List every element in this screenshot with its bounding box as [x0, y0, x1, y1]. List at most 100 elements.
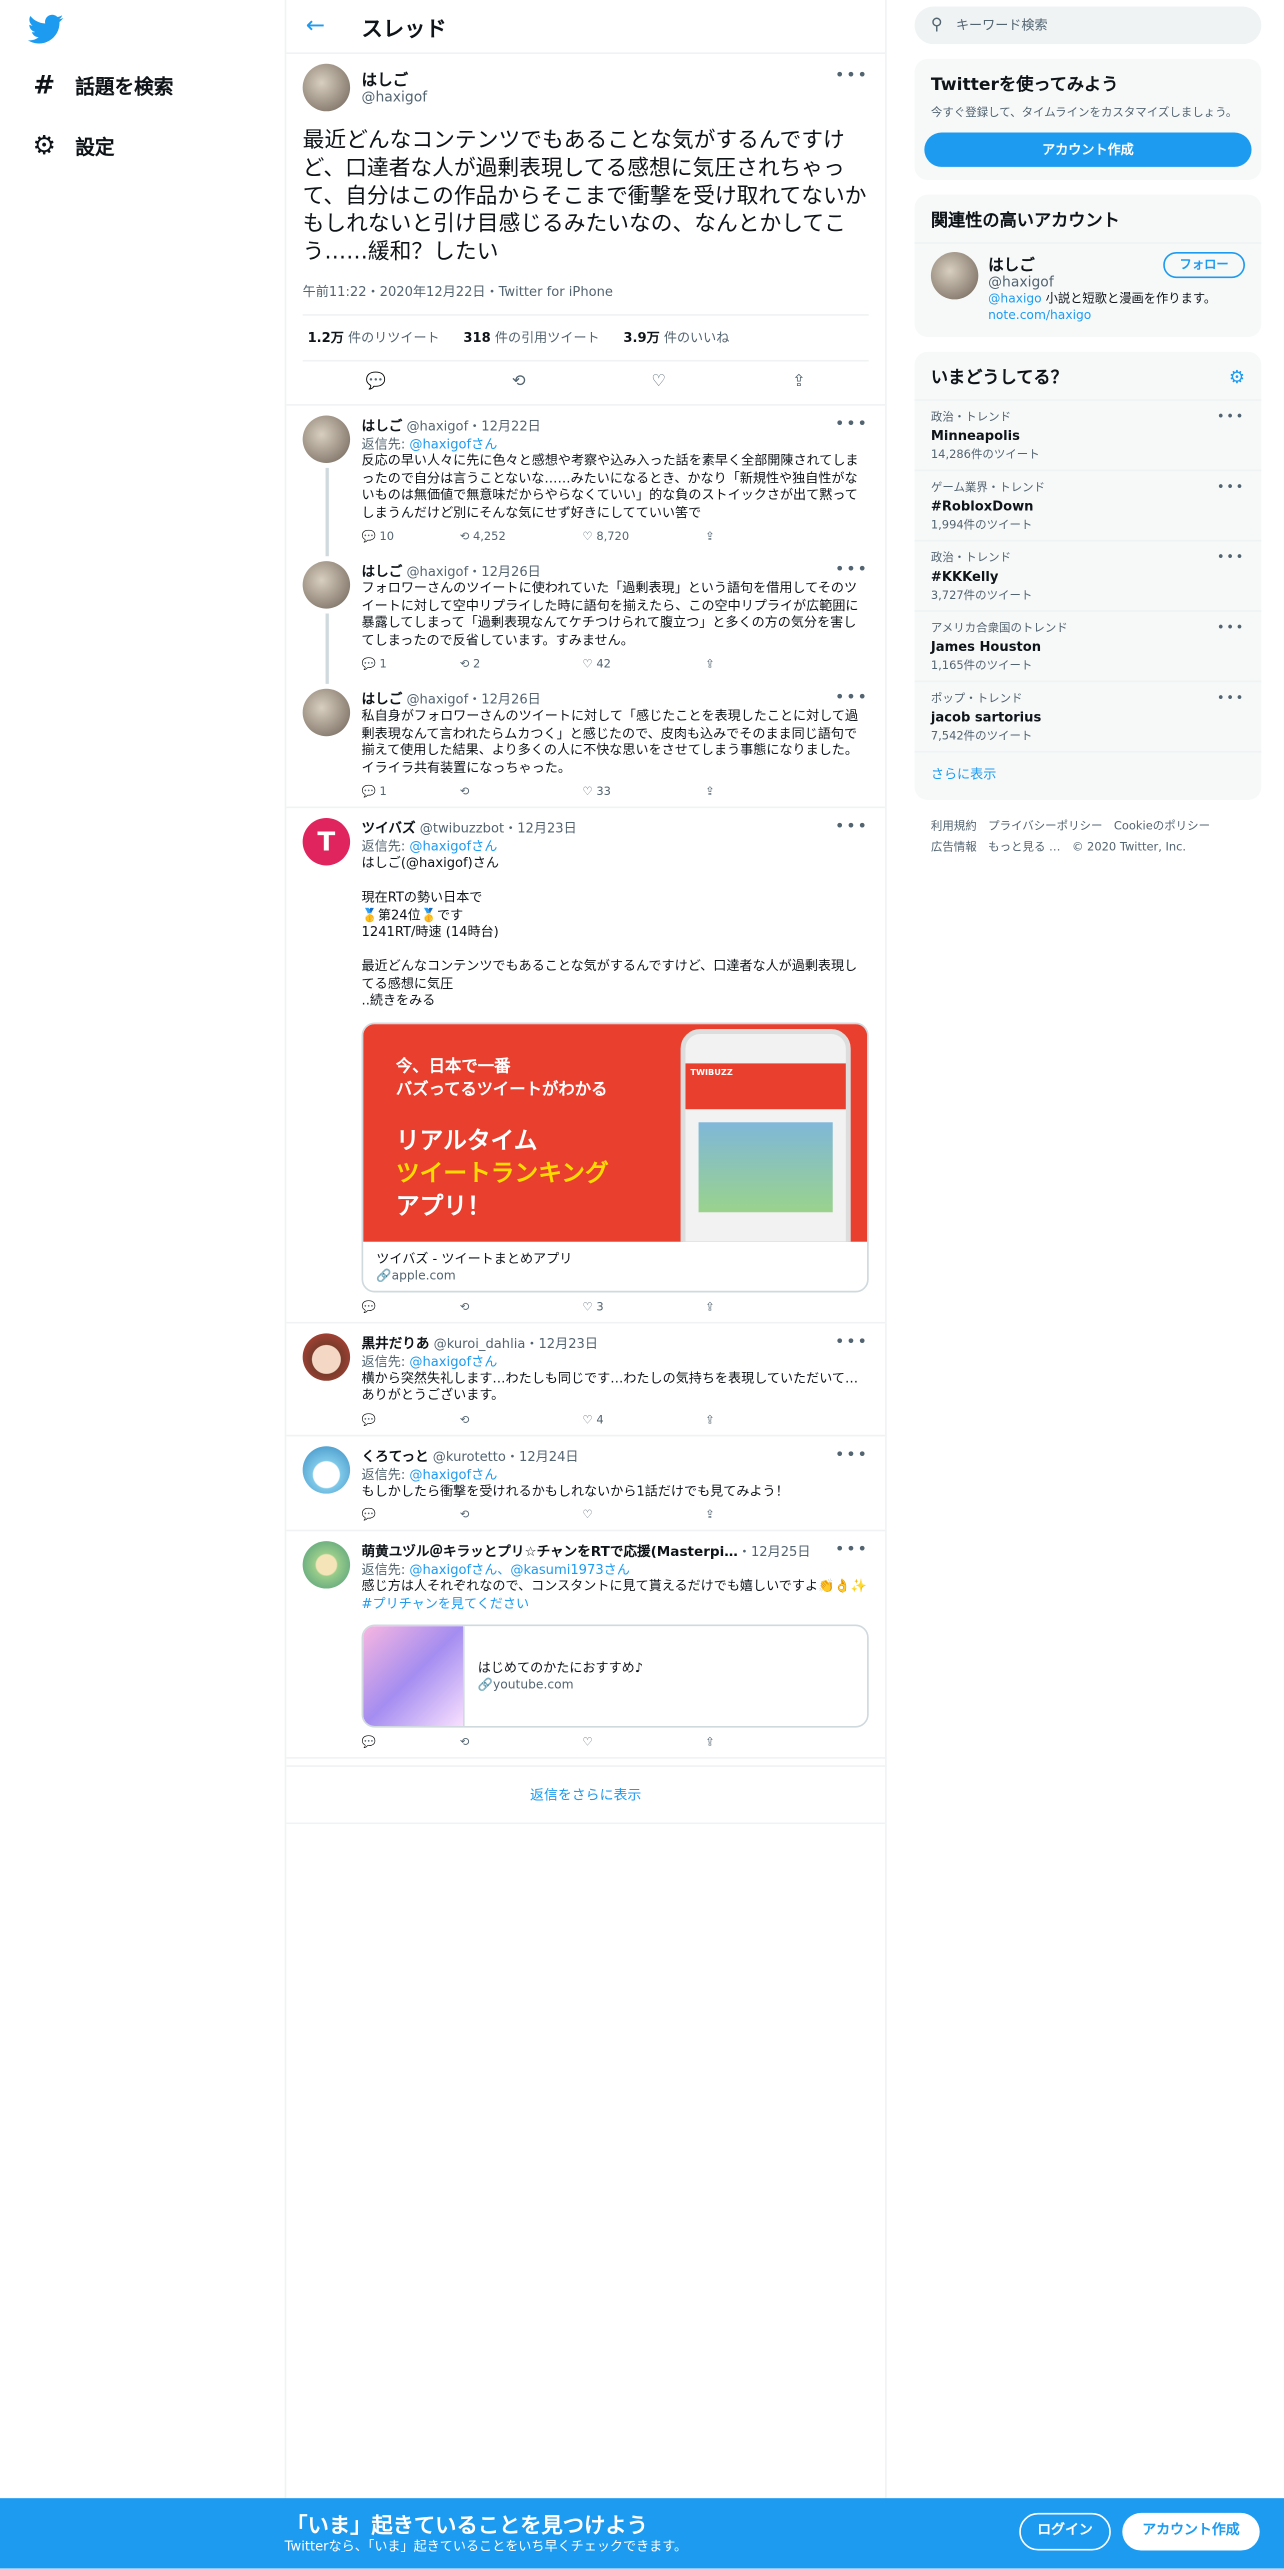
show-more-replies[interactable]: 返信をさらに表示: [286, 1765, 886, 1825]
reply-button[interactable]: 💬 1: [362, 785, 460, 798]
share-icon[interactable]: ⇪: [705, 1300, 715, 1313]
tweet-date[interactable]: ・12月24日: [506, 1449, 579, 1464]
reply-button[interactable]: 💬: [362, 1300, 460, 1313]
more-icon[interactable]: •••: [1217, 408, 1245, 423]
share-icon[interactable]: ⇪: [705, 530, 715, 543]
retweet-button[interactable]: ⟲: [460, 785, 583, 798]
retweet-button[interactable]: ⟲: [460, 1508, 583, 1521]
share-icon[interactable]: ⇪: [792, 373, 806, 391]
reply-to-link[interactable]: @haxigofさん: [409, 437, 497, 452]
reply-tweet[interactable]: はしご @haxigof・12月22日 返信先: @haxigofさん 反応の早…: [286, 406, 885, 557]
reply-button[interactable]: 💬 1: [362, 658, 460, 671]
avatar[interactable]: T: [302, 818, 351, 866]
retweet-button[interactable]: ⟲ 2: [460, 658, 583, 671]
bio-mention[interactable]: @haxigo: [988, 290, 1042, 305]
author-handle[interactable]: @haxigof: [406, 564, 468, 579]
tweet-date[interactable]: ・12月22日: [468, 419, 541, 434]
signup-button[interactable]: アカウント作成: [1122, 2512, 1260, 2551]
avatar[interactable]: [302, 1445, 351, 1493]
more-icon[interactable]: •••: [835, 67, 869, 85]
tweet-date[interactable]: ・12月23日: [525, 1336, 598, 1351]
tweet-date[interactable]: ・12月25日: [738, 1544, 811, 1559]
trends-show-more[interactable]: さらに表示: [914, 750, 1262, 799]
retweet-count[interactable]: 1.2万 件のリツイート: [308, 330, 440, 345]
reply-button[interactable]: 💬: [362, 1413, 460, 1426]
reply-tweet[interactable]: 萌黄ユヅル＠キラッとプリ☆チャンをRTで応援(Masterpi…・12月25日 …: [286, 1531, 886, 1759]
avatar[interactable]: [302, 1332, 351, 1380]
like-button[interactable]: ♡ 33: [582, 785, 705, 798]
like-icon[interactable]: ♡: [651, 373, 666, 391]
author-handle[interactable]: @haxigof: [406, 692, 468, 707]
avatar[interactable]: [302, 688, 351, 737]
more-icon[interactable]: •••: [835, 1541, 869, 1559]
avatar[interactable]: [302, 561, 351, 609]
avatar[interactable]: [930, 251, 979, 299]
retweet-button[interactable]: ⟲: [460, 1413, 583, 1426]
author-handle[interactable]: @haxigof: [362, 90, 428, 106]
reply-tweet[interactable]: 黒井だりあ @kuroi_dahlia・12月23日 返信先: @haxigof…: [286, 1323, 886, 1436]
footer-cookie-link[interactable]: Cookieのポリシー: [1114, 819, 1210, 832]
twitter-logo-icon[interactable]: [27, 13, 64, 46]
reply-button[interactable]: 💬: [362, 1736, 460, 1749]
avatar[interactable]: [302, 63, 351, 112]
more-icon[interactable]: •••: [835, 1333, 869, 1351]
settings-gear-icon[interactable]: ⚙: [1229, 366, 1245, 387]
reply-icon[interactable]: 💬: [366, 373, 386, 391]
tweet-meta[interactable]: 午前11:22・2020年12月22日・Twitter for iPhone: [302, 283, 869, 316]
search-input[interactable]: ⚲ キーワード検索: [914, 6, 1262, 45]
footer-terms-link[interactable]: 利用規約: [931, 819, 977, 832]
author-name[interactable]: くろてっと: [362, 1447, 429, 1463]
tweet-date[interactable]: ・12月23日: [504, 821, 577, 836]
author-handle[interactable]: @kuroi_dahlia: [434, 1336, 526, 1351]
share-icon[interactable]: ⇪: [705, 785, 715, 798]
follow-button[interactable]: フォロー: [1163, 251, 1245, 278]
link-card[interactable]: 今、日本で一番 バズってるツイートがわかる リアルタイム ツイートランキング ア…: [361, 1021, 869, 1292]
account-name[interactable]: はしご: [988, 251, 1054, 274]
tweet-date[interactable]: ・12月26日: [468, 692, 541, 707]
more-icon[interactable]: •••: [835, 818, 869, 836]
relevant-account[interactable]: はしご @haxigof フォロー @haxigo 小説と短歌と漫画を作ります。 …: [914, 241, 1262, 336]
avatar[interactable]: [302, 1541, 351, 1589]
trend-item[interactable]: ポップ・トレンド jacob sartorius 7,542件のツイート •••: [914, 679, 1262, 750]
more-icon[interactable]: •••: [1217, 479, 1245, 494]
bio-link[interactable]: note.com/haxigo: [988, 307, 1091, 322]
reply-tweet[interactable]: T ツイバズ @twibuzzbot・12月23日 返信先: @haxigofさ…: [286, 808, 886, 1323]
author-name[interactable]: ツイバズ: [362, 820, 416, 836]
like-count[interactable]: 3.9万 件のいいね: [623, 330, 729, 345]
reply-tweet[interactable]: はしご @haxigof・12月26日 私自身がフォロワーさんのツイートに対して…: [286, 679, 886, 809]
nav-settings[interactable]: ⚙ 設定: [29, 130, 114, 160]
more-icon[interactable]: •••: [835, 561, 869, 579]
reply-tweet[interactable]: くろてっと @kurotetto・12月24日 返信先: @haxigofさん …: [286, 1436, 886, 1532]
author-handle[interactable]: @kurotetto: [433, 1449, 506, 1464]
share-icon[interactable]: ⇪: [705, 1413, 715, 1426]
trend-item[interactable]: 政治・トレンド Minneapolis 14,286件のツイート •••: [914, 398, 1262, 468]
create-account-button[interactable]: アカウント作成: [924, 131, 1252, 167]
account-handle[interactable]: @haxigof: [988, 274, 1054, 290]
like-button[interactable]: ♡ 4: [582, 1413, 705, 1426]
share-icon[interactable]: ⇪: [705, 1736, 715, 1749]
author-name[interactable]: はしご: [362, 690, 403, 706]
author-name[interactable]: はしご: [362, 67, 428, 90]
reply-button[interactable]: 💬: [362, 1508, 460, 1521]
back-arrow-icon[interactable]: ←: [306, 13, 342, 39]
author-name[interactable]: 萌黄ユヅル＠キラッとプリ☆チャンをRTで応援(Masterpi…: [362, 1543, 738, 1559]
login-button[interactable]: ログイン: [1019, 2512, 1111, 2551]
author-name[interactable]: はしご: [362, 563, 403, 579]
more-icon[interactable]: •••: [1217, 619, 1245, 634]
author-name[interactable]: 黒井だりあ: [362, 1334, 430, 1350]
more-icon[interactable]: •••: [835, 1445, 869, 1463]
reply-to-link[interactable]: @haxigofさん、@kasumi1973さん: [409, 1562, 629, 1577]
retweet-button[interactable]: ⟲ 4,252: [460, 530, 583, 543]
author-handle[interactable]: @haxigof: [406, 419, 468, 434]
retweet-button[interactable]: ⟲: [460, 1736, 583, 1749]
like-button[interactable]: ♡ 42: [582, 658, 705, 671]
more-icon[interactable]: •••: [1217, 549, 1245, 564]
more-icon[interactable]: •••: [1217, 690, 1245, 705]
hashtag-link[interactable]: #プリチャンを見てください: [362, 1596, 869, 1613]
reply-to-link[interactable]: @haxigofさん: [409, 839, 497, 854]
share-icon[interactable]: ⇪: [705, 1508, 715, 1521]
like-button[interactable]: ♡: [582, 1508, 705, 1521]
reply-tweet[interactable]: はしご @haxigof・12月26日 フォロワーさんのツイートに使われていた「…: [286, 551, 885, 684]
avatar[interactable]: [302, 415, 351, 463]
share-icon[interactable]: ⇪: [705, 658, 715, 671]
